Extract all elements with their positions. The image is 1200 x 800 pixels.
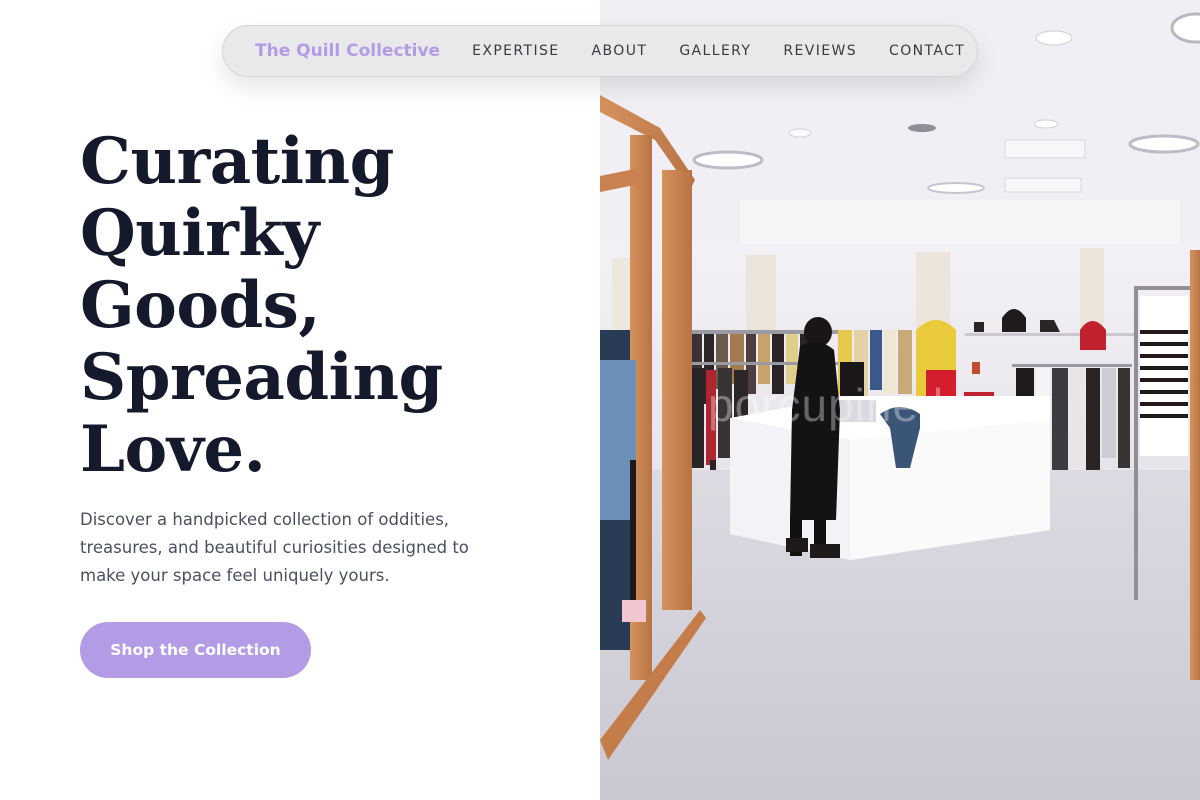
hero-title: Curating Quirky Goods, Spreading Love. bbox=[80, 126, 580, 486]
brand-logo-link[interactable]: The Quill Collective bbox=[255, 41, 440, 61]
top-nav: The Quill Collective EXPERTISE ABOUT GAL… bbox=[222, 25, 978, 77]
nav-link-expertise[interactable]: EXPERTISE bbox=[472, 43, 559, 59]
hero-title-line: Spreading bbox=[80, 340, 443, 415]
hero-title-line: Goods, bbox=[80, 268, 321, 343]
nav-link-reviews[interactable]: REVIEWS bbox=[783, 43, 857, 59]
hero-photo: porcupine.love bbox=[600, 0, 1200, 800]
hero-title-line: Love. bbox=[80, 412, 266, 487]
nav-links: EXPERTISE ABOUT GALLERY REVIEWS CONTACT bbox=[472, 43, 965, 59]
nav-link-gallery[interactable]: GALLERY bbox=[679, 43, 751, 59]
nav-link-contact[interactable]: CONTACT bbox=[889, 43, 965, 59]
shop-collection-button[interactable]: Shop the Collection bbox=[80, 622, 311, 678]
hero-title-line: Curating bbox=[80, 124, 394, 199]
hero-description: Discover a handpicked collection of oddi… bbox=[80, 510, 469, 585]
hero-title-line: Quirky bbox=[80, 196, 319, 271]
nav-link-about[interactable]: ABOUT bbox=[592, 43, 648, 59]
watermark-text: porcupine.love bbox=[708, 379, 1022, 431]
